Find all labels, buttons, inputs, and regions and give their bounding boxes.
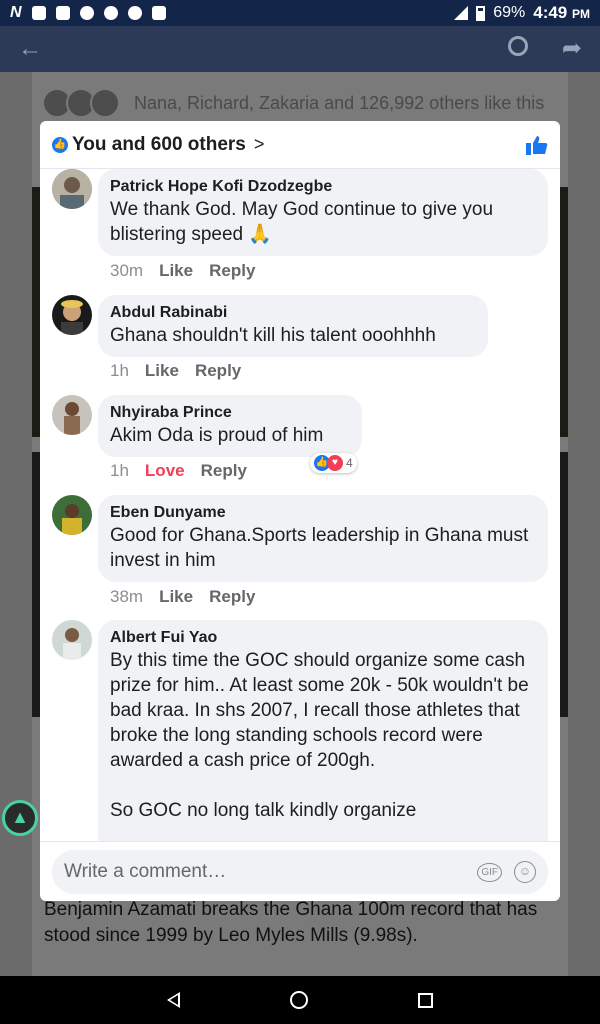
n-app-icon: N bbox=[10, 4, 22, 21]
like-button[interactable]: Like bbox=[159, 261, 193, 281]
avatar[interactable] bbox=[52, 495, 92, 535]
comments-modal: 👍 You and 600 others > Patrick Hope Kofi… bbox=[40, 121, 560, 901]
love-button[interactable]: Love bbox=[145, 461, 185, 481]
comment-reactions[interactable]: 👍 ♥ 4 bbox=[310, 453, 357, 473]
bell-icon bbox=[103, 6, 118, 20]
post-likes-summary[interactable]: Nana, Richard, Zakaria and 126,992 other… bbox=[42, 84, 568, 122]
comment-author[interactable]: Eben Dunyame bbox=[110, 503, 536, 523]
notification-dot-icon bbox=[127, 6, 142, 20]
avatar[interactable] bbox=[52, 295, 92, 335]
emoji-icon[interactable]: ☺ bbox=[514, 861, 536, 883]
system-nav-bar bbox=[0, 976, 600, 1024]
comment-bubble: Albert Fui Yao By this time the GOC shou… bbox=[98, 620, 548, 841]
alert-icon bbox=[151, 6, 166, 20]
gallery-icon bbox=[31, 6, 46, 20]
comment-text: Good for Ghana.Sports leadership in Ghan… bbox=[110, 525, 534, 571]
share-icon[interactable]: ➦ bbox=[562, 34, 582, 63]
messenger-icon bbox=[55, 6, 70, 20]
comment-time: 1h bbox=[110, 361, 129, 380]
comment-author[interactable]: Abdul Rabinabi bbox=[110, 303, 476, 323]
love-reaction-icon: ♥ bbox=[327, 455, 343, 471]
comment-actions: 1h Like Reply bbox=[110, 361, 241, 381]
clock: 4:49 PM bbox=[533, 3, 590, 22]
comment-actions: 1h Love Reply bbox=[110, 461, 247, 481]
arrow-left-icon[interactable]: ← bbox=[18, 35, 42, 63]
reactions-title[interactable]: You and 600 others bbox=[72, 134, 246, 156]
reply-button[interactable]: Reply bbox=[209, 587, 255, 607]
notification-dot-icon bbox=[79, 6, 94, 20]
comment-list[interactable]: Patrick Hope Kofi Dzodzegbe We thank God… bbox=[40, 169, 560, 841]
comment-actions: 38m Like Reply bbox=[110, 587, 255, 607]
avatar[interactable] bbox=[52, 620, 92, 660]
nav-back-icon[interactable] bbox=[167, 992, 180, 1008]
comment-bubble: Abdul Rabinabi Ghana shouldn't kill his … bbox=[98, 295, 488, 357]
chevron-right-icon: > bbox=[253, 134, 265, 154]
app-header: ← ➦ bbox=[0, 26, 600, 72]
avatar bbox=[90, 88, 120, 118]
reactions-header[interactable]: 👍 You and 600 others > bbox=[40, 121, 560, 169]
nav-home-icon[interactable] bbox=[290, 991, 308, 1009]
comment-time: 1h bbox=[110, 461, 129, 480]
reply-button[interactable]: Reply bbox=[209, 261, 255, 281]
comment-actions: 30m Like Reply bbox=[110, 261, 255, 281]
comment-input[interactable]: Write a comment… GIF ☺ bbox=[52, 850, 548, 894]
comment-bubble: Patrick Hope Kofi Dzodzegbe We thank God… bbox=[98, 169, 548, 256]
like-button[interactable]: Like bbox=[145, 361, 179, 381]
comment-placeholder: Write a comment… bbox=[64, 861, 227, 882]
battery-percent: 69% bbox=[493, 4, 526, 21]
battery-icon bbox=[476, 5, 486, 21]
avatar[interactable] bbox=[52, 169, 92, 209]
reply-button[interactable]: Reply bbox=[201, 461, 247, 481]
signal-icon bbox=[454, 6, 469, 20]
thumbs-up-icon[interactable] bbox=[526, 135, 548, 155]
post-caption: Benjamin Azamati breaks the Ghana 100m r… bbox=[44, 899, 538, 946]
comment-text: By this time the GOC should organize som… bbox=[110, 650, 529, 821]
search-icon[interactable] bbox=[508, 36, 528, 56]
assistive-touch-icon[interactable]: ▲ bbox=[2, 800, 38, 836]
comment-bubble: Nhyiraba Prince Akim Oda is proud of him bbox=[98, 395, 362, 457]
comment-author[interactable]: Albert Fui Yao bbox=[110, 628, 536, 648]
comment-text: Akim Oda is proud of him bbox=[110, 425, 324, 446]
comment-composer: Write a comment… GIF ☺ bbox=[40, 841, 560, 901]
comment-text: Ghana shouldn't kill his talent ooohhhh bbox=[110, 325, 436, 346]
nav-recents-icon[interactable] bbox=[418, 992, 433, 1008]
reply-button[interactable]: Reply bbox=[195, 361, 241, 381]
reaction-count: 4 bbox=[346, 456, 353, 470]
comment-author[interactable]: Patrick Hope Kofi Dzodzegbe bbox=[110, 177, 536, 197]
avatar[interactable] bbox=[52, 395, 92, 435]
comment-time: 38m bbox=[110, 587, 144, 606]
gif-icon[interactable]: GIF bbox=[477, 862, 502, 882]
like-badge-icon: 👍 bbox=[52, 136, 68, 153]
comment-author[interactable]: Nhyiraba Prince bbox=[110, 403, 350, 423]
comment-text: We thank God. May God continue to give y… bbox=[110, 199, 499, 245]
comment-time: 30m bbox=[110, 261, 144, 280]
comment-bubble: Eben Dunyame Good for Ghana.Sports leade… bbox=[98, 495, 548, 582]
like-button[interactable]: Like bbox=[159, 587, 193, 607]
status-bar: N 69% 4:49 PM bbox=[0, 0, 600, 26]
